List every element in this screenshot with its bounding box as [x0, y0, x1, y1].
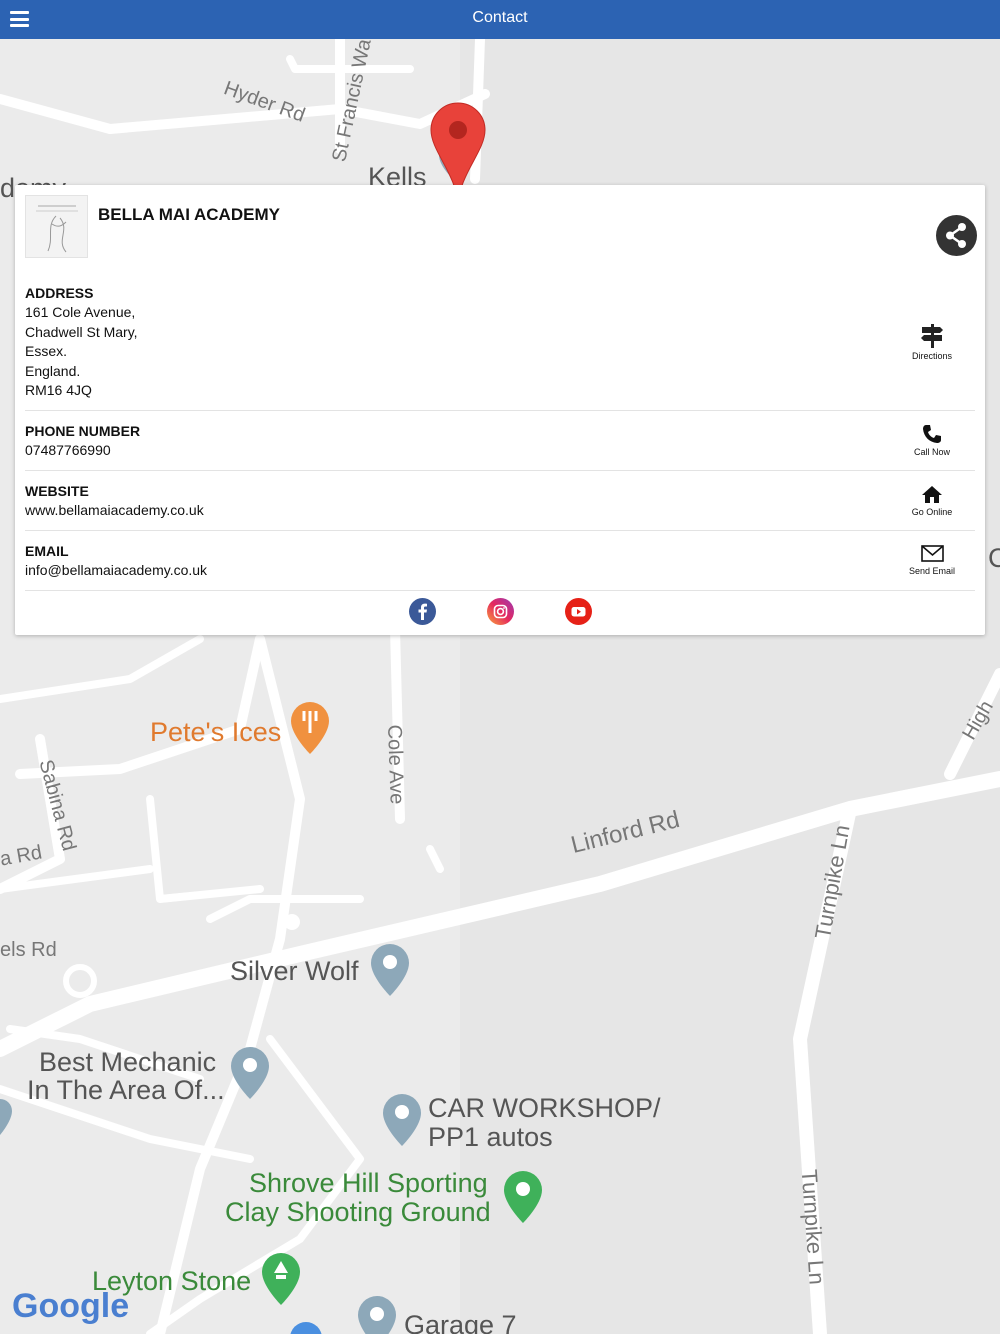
youtube-icon[interactable] [565, 598, 592, 625]
poi-label: CAR WORKSHOP/ [428, 1093, 661, 1123]
share-button[interactable] [936, 215, 977, 256]
envelope-icon [920, 545, 944, 562]
directions-icon [921, 324, 943, 348]
send-email-label: Send Email [908, 566, 956, 576]
call-button[interactable]: Call Now [889, 424, 975, 457]
poi-label: Clay Shooting Ground [225, 1197, 491, 1227]
phone-section: PHONE NUMBER 07487766990 Call Now [25, 422, 975, 471]
poi-label: Pete's Ices [150, 717, 282, 747]
website-heading: WEBSITE [25, 483, 89, 499]
website-value[interactable]: www.bellamaiacademy.co.uk [25, 501, 975, 521]
map-fragment: C [988, 543, 1000, 573]
instagram-icon[interactable] [487, 598, 514, 625]
contact-card: BELLA MAI ACADEMY ADDRESS 161 Cole Avenu… [15, 185, 985, 635]
address-line: RM16 4JQ [25, 382, 92, 398]
poi-label: In The Area Of... [27, 1075, 225, 1105]
directions-label: Directions [911, 351, 952, 361]
phone-heading: PHONE NUMBER [25, 423, 141, 439]
facebook-icon[interactable] [409, 598, 436, 625]
phone-value[interactable]: 07487766990 [25, 441, 975, 461]
address-heading: ADDRESS [25, 285, 94, 301]
email-section: EMAIL info@bellamaiacademy.co.uk Send Em… [25, 542, 975, 591]
email-heading: EMAIL [25, 543, 69, 559]
business-logo [25, 195, 88, 258]
phone-icon [923, 425, 941, 443]
poi-label: Best Mechanic [39, 1047, 217, 1077]
top-bar: Contact [0, 0, 1000, 39]
poi-label: Garage 7 [404, 1310, 517, 1334]
call-label: Call Now [913, 447, 950, 457]
go-online-button[interactable]: Go Online [889, 485, 975, 517]
directions-button[interactable]: Directions [889, 324, 975, 361]
poi-label: Silver Wolf [230, 956, 359, 986]
home-icon [922, 486, 942, 503]
address-line: England. [25, 362, 81, 379]
road-label: Cole Ave [382, 724, 408, 805]
address-section: ADDRESS 161 Cole Avenue, Chadwell St Mar… [25, 284, 975, 411]
page-title: Contact [472, 9, 528, 26]
address-line: Essex. [25, 343, 68, 359]
poi-label: PP1 autos [428, 1122, 553, 1152]
go-online-label: Go Online [911, 507, 953, 517]
send-email-button[interactable]: Send Email [889, 544, 975, 576]
share-icon [946, 223, 966, 248]
website-section: WEBSITE www.bellamaiacademy.co.uk Go Onl… [25, 482, 975, 531]
logo-image [26, 196, 87, 257]
poi-label: Shrove Hill Sporting [249, 1168, 488, 1198]
email-value[interactable]: info@bellamaiacademy.co.uk [25, 561, 975, 581]
google-logo: Google [12, 1287, 130, 1325]
road-label: els Rd [0, 939, 57, 961]
address-line: Chadwell St Mary, [25, 323, 138, 340]
business-name: BELLA MAI ACADEMY [98, 205, 280, 224]
address-line: 161 Cole Avenue, [25, 304, 136, 320]
